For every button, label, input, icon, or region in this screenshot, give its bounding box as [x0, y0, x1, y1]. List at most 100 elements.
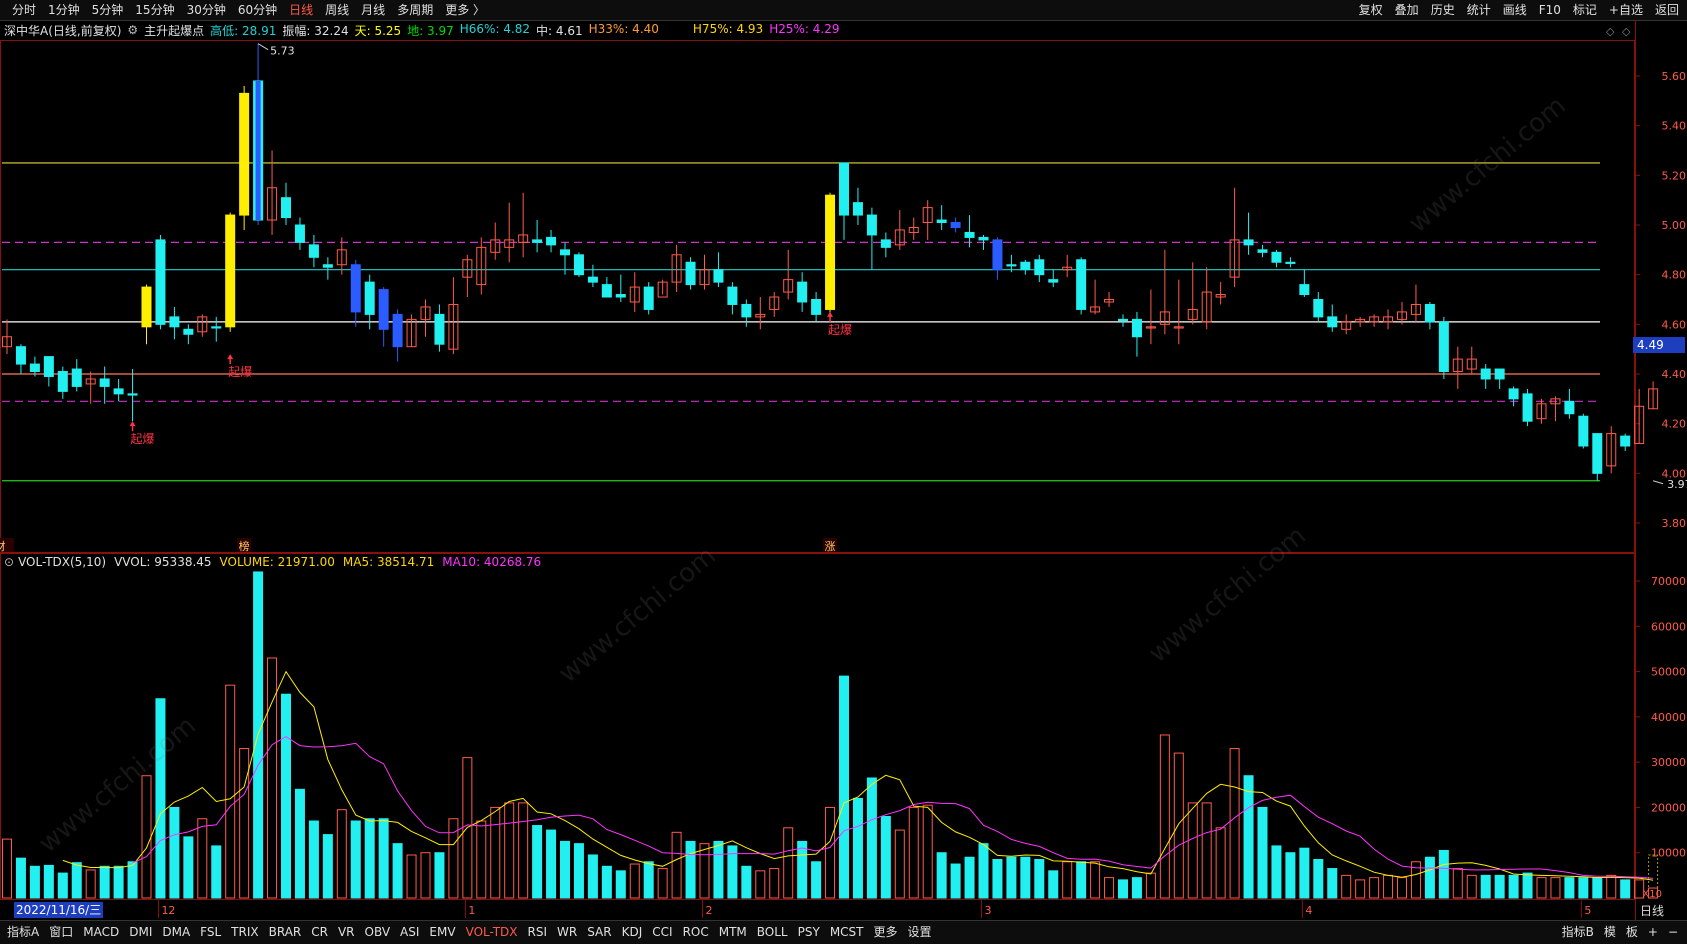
volume-bar — [1355, 879, 1366, 899]
volume-bar — [1480, 874, 1491, 899]
indicator-tab-19[interactable]: ROC — [678, 921, 714, 944]
indicator-tab-21[interactable]: BOLL — [752, 921, 793, 944]
volume-bar — [1592, 877, 1603, 899]
indicator-tab-6[interactable]: TRIX — [226, 921, 263, 944]
volume-tick-label: 70000 — [1651, 575, 1686, 588]
volume-bar — [573, 843, 584, 899]
volume-bar — [755, 870, 766, 899]
candle-body — [99, 378, 110, 387]
volume-bar — [1048, 870, 1059, 899]
indicator-tab-0[interactable]: 指标A — [2, 921, 44, 944]
volume-tick-label: 10000 — [1651, 847, 1686, 860]
indicator-tab-8[interactable]: CR — [306, 921, 333, 944]
volume-bar — [490, 806, 501, 899]
indicator-tab-12[interactable]: EMV — [424, 921, 460, 944]
volume-bar — [1327, 868, 1338, 899]
candle-body — [866, 214, 877, 236]
volume-bar — [1090, 861, 1101, 899]
indicator-tab-13[interactable]: VOL-TDX — [461, 921, 523, 944]
candle-body — [825, 194, 836, 310]
volume-bar — [866, 777, 877, 899]
volume-bar — [699, 843, 710, 899]
volume-bar — [1383, 874, 1394, 899]
indicator-tab-11[interactable]: ASI — [395, 921, 424, 944]
indicator-tab-20[interactable]: MTM — [714, 921, 752, 944]
candle-body — [964, 231, 975, 238]
indicator-right-1[interactable]: 模 — [1599, 921, 1621, 944]
diamond-icon: ◇ — [1606, 25, 1615, 38]
indicator-tab-10[interactable]: OBV — [360, 921, 396, 944]
candle-body — [880, 239, 891, 248]
candle-body — [1243, 239, 1254, 246]
volume-bar — [1341, 874, 1352, 899]
indicator-right-0[interactable]: 指标B — [1557, 921, 1599, 944]
candle-body — [1285, 261, 1296, 264]
volume-bar — [504, 802, 515, 899]
indicator-tab-2[interactable]: MACD — [78, 921, 124, 944]
indicator-tab-22[interactable]: PSY — [793, 921, 825, 944]
volume-bar — [615, 870, 626, 899]
candle-body — [322, 264, 333, 268]
volume-bar — [1201, 802, 1212, 899]
candle-body — [727, 286, 738, 305]
high-price-label: 5.73 — [270, 45, 295, 58]
candle-body — [1564, 400, 1575, 415]
volume-bar — [1243, 775, 1254, 899]
event-marker: 榜 — [239, 539, 250, 553]
candle-body — [29, 363, 40, 373]
indicator-tab-14[interactable]: RSI — [523, 921, 553, 944]
indicator-tab-25[interactable]: 设置 — [903, 921, 937, 944]
volume-bar — [518, 802, 529, 899]
stock-chart[interactable]: 5.605.405.205.004.804.604.404.204.003.80… — [0, 0, 1687, 943]
volume-bar — [741, 865, 752, 899]
month-label: 5 — [1584, 904, 1591, 917]
indicator-tab-18[interactable]: CCI — [647, 921, 677, 944]
volume-collapse-icon[interactable]: ⊙ — [4, 555, 14, 569]
candle-body — [1438, 321, 1449, 373]
candle-body — [560, 249, 570, 256]
indicator-right-4[interactable]: − — [1663, 921, 1683, 944]
volume-tick-label: 30000 — [1651, 756, 1686, 769]
indicator-tab-16[interactable]: SAR — [582, 921, 616, 944]
volume-bar — [1118, 879, 1128, 899]
volume-bar — [155, 698, 166, 899]
candle-body — [950, 222, 961, 228]
indicator-right-2[interactable]: 板 — [1621, 921, 1643, 944]
volume-bar — [852, 797, 863, 899]
candle-body — [615, 294, 626, 298]
volume-bar — [322, 834, 333, 899]
volume-bar — [1006, 856, 1017, 899]
candle-body — [57, 371, 68, 392]
indicator-tab-5[interactable]: FSL — [195, 921, 226, 944]
volume-bar — [1438, 849, 1449, 899]
volume-bar — [57, 872, 68, 899]
volume-bar — [43, 864, 54, 899]
volume-tick-label: 60000 — [1651, 620, 1686, 633]
candle-body — [1327, 316, 1338, 328]
candle-body — [211, 326, 222, 329]
indicator-tab-17[interactable]: KDJ — [617, 921, 648, 944]
price-tick-label: 5.60 — [1662, 70, 1687, 83]
candle-body — [573, 254, 584, 276]
indicator-right-3[interactable]: + — [1643, 921, 1663, 944]
indicator-tab-7[interactable]: BRAR — [264, 921, 307, 944]
volume-bar — [587, 854, 598, 899]
indicator-tab-1[interactable]: 窗口 — [44, 921, 78, 944]
candle-body — [601, 284, 612, 298]
indicator-tab-3[interactable]: DMI — [124, 921, 157, 944]
indicator-tab-15[interactable]: WR — [552, 921, 582, 944]
volume-bar — [1424, 856, 1435, 899]
volume-bar — [1020, 856, 1031, 899]
low-price-label: 3.97 — [1667, 478, 1687, 491]
volume-bar — [141, 775, 152, 899]
candle-body — [127, 393, 138, 396]
volume-bar — [15, 857, 26, 899]
volume-bar — [950, 863, 961, 899]
candle-body — [113, 388, 124, 395]
month-label: 2 — [706, 904, 713, 917]
indicator-tab-24[interactable]: 更多 — [869, 921, 903, 944]
indicator-tab-23[interactable]: MCST — [825, 921, 869, 944]
indicator-tab-9[interactable]: VR — [333, 921, 360, 944]
price-tick-label: 4.20 — [1662, 418, 1687, 431]
indicator-tab-4[interactable]: DMA — [157, 921, 195, 944]
